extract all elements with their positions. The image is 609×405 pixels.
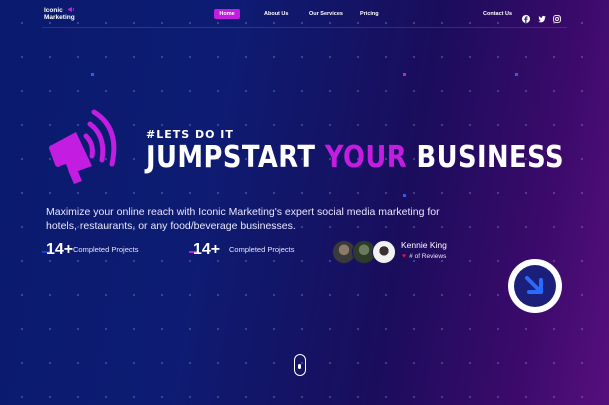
headline-highlight: YOUR bbox=[324, 140, 408, 175]
reviewer-name: Kennie King bbox=[401, 240, 447, 250]
decor-square bbox=[515, 73, 518, 76]
avatar bbox=[372, 240, 396, 264]
brand-logo[interactable]: Iconic Marketing bbox=[44, 7, 75, 21]
navbar: Iconic Marketing Home About Us Our Servi… bbox=[0, 0, 609, 28]
decor-square bbox=[403, 194, 406, 197]
hero-description: Maximize your online reach with Iconic M… bbox=[46, 206, 440, 232]
nav-services-link[interactable]: Our Services bbox=[309, 11, 343, 17]
decor-square bbox=[91, 73, 94, 76]
arrow-down-right-icon bbox=[525, 276, 543, 294]
stat-label: Completed Projects bbox=[73, 245, 139, 254]
megaphone-icon bbox=[46, 108, 128, 188]
dot-grid-background bbox=[0, 0, 609, 405]
heart-icon: ♥ bbox=[402, 253, 407, 260]
reviewer-avatars bbox=[332, 240, 398, 264]
decor-square bbox=[403, 73, 406, 76]
review-count: ♥ # of Reviews bbox=[402, 253, 446, 260]
instagram-icon[interactable] bbox=[553, 10, 561, 23]
nav-contact-link[interactable]: Contact Us bbox=[483, 11, 512, 17]
nav-about-link[interactable]: About Us bbox=[264, 11, 288, 17]
headline-part2: BUSINESS bbox=[407, 140, 564, 175]
megaphone-logo-icon bbox=[67, 6, 75, 16]
twitter-icon[interactable] bbox=[538, 10, 546, 23]
hero-headline: JUMPSTART YOUR BUSINESS bbox=[146, 140, 564, 175]
nav-pricing-link[interactable]: Pricing bbox=[360, 11, 379, 17]
arrow-button-inner bbox=[514, 265, 556, 307]
facebook-icon[interactable] bbox=[522, 10, 530, 23]
stat-label: Completed Projects bbox=[229, 245, 295, 254]
scroll-down-arrow-button[interactable] bbox=[508, 259, 562, 313]
review-count-text: # of Reviews bbox=[409, 253, 447, 260]
stat-number: 14+ bbox=[46, 241, 74, 258]
headline-part1: JUMPSTART bbox=[146, 140, 325, 175]
stat-number: 14+ bbox=[193, 241, 221, 258]
scroll-mouse-indicator[interactable] bbox=[294, 354, 306, 376]
nav-home-button[interactable]: Home bbox=[214, 9, 240, 19]
navbar-divider bbox=[42, 27, 567, 28]
scroll-wheel bbox=[298, 364, 301, 369]
